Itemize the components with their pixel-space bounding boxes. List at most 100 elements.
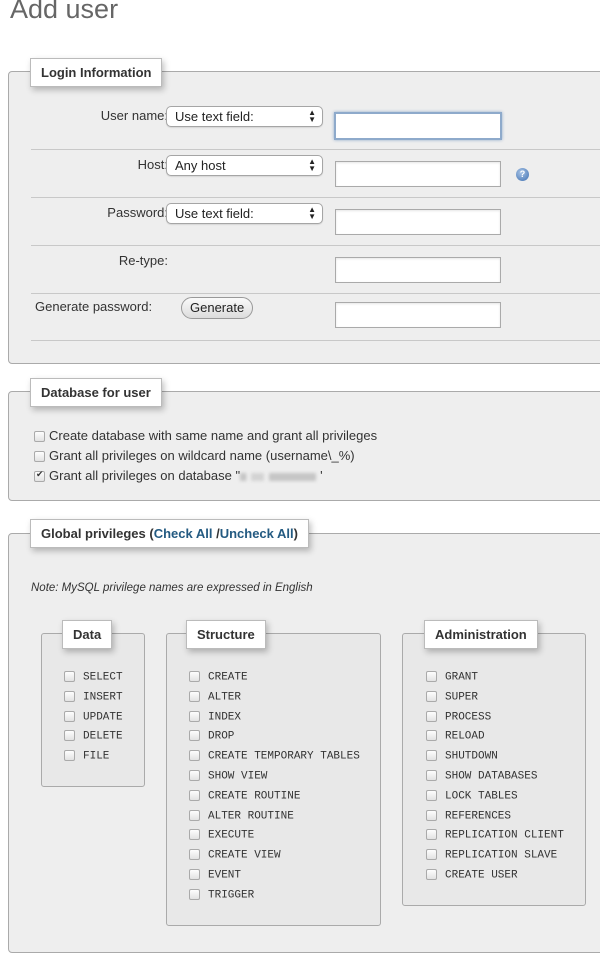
checkbox[interactable]: [189, 730, 200, 742]
privilege-group-data: SELECT INSERT UPDATE DELETE FILE: [41, 633, 145, 787]
checkbox[interactable]: [189, 789, 200, 801]
checkbox[interactable]: [426, 809, 437, 821]
checkbox[interactable]: [426, 710, 437, 722]
privilege-label: SELECT: [83, 671, 123, 684]
privilege-drop[interactable]: DROP: [189, 730, 234, 743]
checkbox[interactable]: [189, 809, 200, 821]
checkbox[interactable]: [189, 770, 200, 781]
privilege-label: CREATE: [208, 671, 248, 684]
checkbox[interactable]: [426, 690, 437, 702]
privilege-label: INDEX: [208, 711, 242, 723]
db-option-grant-on-database[interactable]: Grant all privileges on database " ': [34, 468, 323, 483]
checkbox[interactable]: [426, 869, 437, 880]
checkbox[interactable]: [189, 829, 200, 841]
db-option-wildcard[interactable]: Grant all privileges on wildcard name (u…: [34, 448, 355, 463]
privilege-create-user[interactable]: CREATE USER: [426, 869, 518, 881]
privilege-select[interactable]: SELECT: [64, 671, 123, 683]
privilege-grant[interactable]: GRANT: [426, 671, 478, 683]
privilege-create-temporary-tables[interactable]: CREATE TEMPORARY TABLES: [189, 750, 360, 763]
retype-label: Re-type:: [118, 253, 168, 268]
privilege-create-view[interactable]: CREATE VIEW: [189, 849, 281, 862]
checkbox[interactable]: [64, 710, 75, 722]
privilege-insert[interactable]: INSERT: [64, 690, 123, 703]
privilege-label: PROCESS: [445, 711, 492, 723]
checkbox[interactable]: [426, 829, 437, 841]
check-all-link[interactable]: Check All: [154, 526, 213, 541]
retype-password-input[interactable]: [335, 257, 501, 283]
privilege-trigger[interactable]: TRIGGER: [189, 888, 255, 902]
checkbox[interactable]: [189, 888, 200, 900]
checkbox[interactable]: [189, 849, 200, 861]
page-title: Add user: [10, 0, 119, 24]
checkbox-checked[interactable]: [34, 469, 45, 483]
checkbox[interactable]: [189, 710, 200, 722]
checkbox[interactable]: [189, 750, 200, 762]
generated-password-input[interactable]: [335, 302, 501, 328]
privilege-label: SHUTDOWN: [445, 750, 498, 763]
privilege-lock-tables[interactable]: LOCK TABLES: [426, 789, 518, 802]
privilege-super[interactable]: SUPER: [426, 690, 479, 704]
privilege-label: TRIGGER: [208, 889, 255, 902]
privilege-create[interactable]: CREATE: [189, 671, 248, 683]
privilege-process[interactable]: PROCESS: [426, 710, 492, 723]
privilege-event[interactable]: EVENT: [189, 869, 241, 881]
privilege-file[interactable]: FILE: [64, 750, 109, 763]
privilege-show-databases[interactable]: SHOW DATABASES: [426, 770, 537, 782]
password-type-select[interactable]: Use text field: ▲ ▼: [166, 203, 323, 224]
checkbox[interactable]: [64, 730, 75, 742]
username-type-select[interactable]: Use text field: ▲ ▼: [166, 106, 323, 127]
checkbox[interactable]: [426, 671, 437, 682]
checkbox[interactable]: [426, 789, 437, 801]
row-password: Password: Use text field: ▲ ▼: [31, 198, 600, 246]
checkbox[interactable]: [34, 431, 45, 443]
row-generate-password: Generate password: Generate: [31, 294, 600, 341]
username-label: User name:: [100, 108, 168, 123]
privilege-delete[interactable]: DELETE: [64, 730, 123, 743]
privilege-create-routine[interactable]: CREATE ROUTINE: [189, 789, 300, 802]
privilege-show-view[interactable]: SHOW VIEW: [189, 770, 267, 782]
checkbox[interactable]: [426, 750, 437, 762]
checkbox[interactable]: [189, 869, 200, 880]
legend-separator: /: [212, 526, 220, 541]
db-option-suffix: ': [320, 468, 323, 483]
select-arrows-icon: ▲ ▼: [308, 157, 316, 173]
db-option-label: Grant all privileges on wildcard name (u…: [49, 448, 355, 463]
privilege-label: UPDATE: [83, 711, 123, 723]
privilege-execute[interactable]: EXECUTE: [189, 829, 254, 842]
password-input[interactable]: [335, 209, 501, 235]
uncheck-all-link[interactable]: Uncheck All: [220, 526, 294, 541]
database-for-user-fieldset: Create database with same name and grant…: [8, 391, 600, 501]
privilege-alter[interactable]: ALTER: [189, 690, 241, 703]
host-select[interactable]: Any host ▲ ▼: [166, 155, 323, 176]
help-icon[interactable]: ?: [516, 168, 529, 181]
privilege-reload[interactable]: RELOAD: [426, 730, 485, 743]
db-option-create-same-name[interactable]: Create database with same name and grant…: [34, 428, 377, 443]
checkbox[interactable]: [426, 730, 437, 742]
privilege-label: SUPER: [445, 691, 479, 704]
privilege-references[interactable]: REFERENCES: [426, 809, 511, 822]
checkbox[interactable]: [64, 690, 75, 702]
checkbox[interactable]: [426, 849, 437, 861]
checkbox[interactable]: [189, 671, 200, 682]
privilege-label: EVENT: [208, 869, 242, 882]
privilege-label: GRANT: [445, 671, 479, 684]
host-input[interactable]: [335, 161, 501, 187]
checkbox[interactable]: [64, 671, 75, 682]
username-input[interactable]: [334, 112, 502, 140]
checkbox[interactable]: [189, 690, 200, 702]
privilege-replication-slave[interactable]: REPLICATION SLAVE: [426, 849, 557, 862]
host-label: Host:: [137, 157, 168, 172]
checkbox[interactable]: [64, 750, 75, 762]
privilege-shutdown[interactable]: SHUTDOWN: [426, 750, 498, 763]
privilege-update[interactable]: UPDATE: [64, 710, 123, 723]
privilege-group-administration: GRANT SUPER PROCESS RELOAD SHUTDOWN SHOW DATA…: [402, 633, 586, 906]
generate-button[interactable]: Generate: [181, 297, 254, 319]
login-information-legend: Login Information: [30, 58, 163, 87]
privilege-replication-client[interactable]: REPLICATION CLIENT: [426, 829, 564, 842]
global-privileges-legend: Global privileges (Check All /Uncheck Al…: [30, 519, 309, 548]
privilege-alter-routine[interactable]: ALTER ROUTINE: [189, 809, 294, 822]
privilege-index[interactable]: INDEX: [189, 710, 242, 723]
privilege-label: REPLICATION CLIENT: [445, 829, 564, 842]
checkbox[interactable]: [426, 770, 437, 781]
checkbox[interactable]: [34, 451, 45, 463]
